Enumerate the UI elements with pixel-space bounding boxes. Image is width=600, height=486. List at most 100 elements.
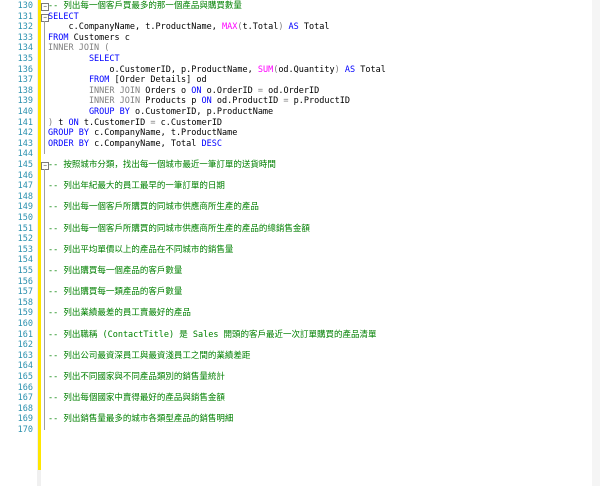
code-text: o.CustomerID, p.ProductName, SUM(od.Quan… — [48, 64, 385, 76]
code-line[interactable]: 169 -- 列出銷售量最多的城市各類型產品的銷售明細 — [0, 414, 592, 425]
line-number: 162 — [17, 340, 33, 351]
line-number: 148 — [17, 191, 33, 202]
line-number: 141 — [17, 117, 33, 128]
code-token: c.CompanyName, t.ProductName — [94, 128, 238, 139]
code-token: -- 列出年紀最大的員工最早的一筆訂單的日期 — [48, 181, 225, 192]
code-token: p.ProductID — [293, 96, 350, 107]
line-number: 145 — [17, 160, 33, 170]
code-line[interactable]: 146 — [0, 171, 592, 182]
code-token: = — [150, 117, 161, 128]
code-line[interactable]: 137 FROM [Order Details] od — [0, 75, 592, 86]
code-line[interactable]: 134 INNER JOIN ( — [0, 43, 592, 54]
code-line[interactable]: 166 — [0, 383, 592, 394]
line-number: 134 — [17, 43, 33, 54]
vertical-scrollbar[interactable] — [592, 0, 600, 486]
code-line[interactable]: 131− SELECT — [0, 12, 592, 23]
code-line[interactable]: 136 o.CustomerID, p.ProductName, SUM(od.… — [0, 65, 592, 76]
code-line[interactable]: 164 — [0, 361, 592, 372]
code-token: c.CompanyName, Total — [94, 138, 202, 149]
code-line[interactable]: 162 — [0, 340, 592, 351]
code-token: ON — [191, 85, 207, 96]
code-line[interactable]: 163 -- 列出公司最資深員工與最資淺員工之間的業績差距 — [0, 351, 592, 362]
line-number: 150 — [17, 213, 33, 223]
code-line[interactable]: 151 -- 列出每一個客戶所購買的同城市供應商所生產的產品的總銷售金額 — [0, 224, 592, 235]
line-number: 135 — [17, 54, 33, 64]
code-text: ) t ON t.CustomerID = c.CustomerID — [48, 118, 222, 129]
code-token: ON — [68, 117, 84, 128]
fold-guide — [44, 20, 45, 155]
code-line[interactable]: 158 — [0, 298, 592, 309]
code-token: -- 列出每一個客戶所購買的同城市供應商所生產的產品 — [48, 202, 259, 213]
code-token: od.Quantity — [278, 64, 335, 75]
code-text: -- 列出職稱 (ContactTitle) 是 Sales 開頭的客戶最近一次… — [48, 330, 377, 341]
line-number: 146 — [17, 170, 33, 181]
line-number: 161 — [17, 329, 33, 340]
code-line[interactable]: 159 -- 列出業績最差的員工賣最好的產品 — [0, 308, 592, 319]
code-line[interactable]: 148 — [0, 192, 592, 203]
line-number: 152 — [17, 234, 33, 245]
code-text: -- 列出公司最資深員工與最資淺員工之間的業績差距 — [48, 351, 250, 362]
line-number: 140 — [17, 107, 33, 117]
code-line[interactable]: 155 -- 列出購買每一個產品的客戶數量 — [0, 266, 592, 277]
code-text: -- 列出業績最差的員工賣最好的產品 — [48, 308, 191, 319]
code-token: -- 列出每個國家中賣得最好的產品與銷售金額 — [48, 393, 225, 404]
code-line[interactable]: 161 -- 列出職稱 (ContactTitle) 是 Sales 開頭的客戶最… — [0, 330, 592, 341]
line-number: 143 — [17, 138, 33, 149]
code-line[interactable]: 154 — [0, 255, 592, 266]
code-line[interactable]: 133 FROM Customers c — [0, 33, 592, 44]
code-token: t.Total — [242, 22, 279, 33]
code-token: o.CustomerID, p.ProductName — [135, 107, 274, 117]
code-line[interactable]: 152 — [0, 234, 592, 245]
code-text: GROUP BY o.CustomerID, p.ProductName — [48, 107, 273, 118]
line-number: 138 — [17, 85, 33, 96]
code-token: ORDER BY — [48, 138, 95, 149]
code-line[interactable]: 132 c.CompanyName, t.ProductName, MAX(t.… — [0, 22, 592, 33]
code-line[interactable]: 142 GROUP BY c.CompanyName, t.ProductName — [0, 128, 592, 139]
code-line[interactable]: 147 -- 列出年紀最大的員工最早的一筆訂單的日期 — [0, 181, 592, 192]
code-token: -- 列出每一個客戶所購買的同城市供應商所生產的產品的總銷售金額 — [48, 223, 310, 234]
code-token: ) — [48, 117, 59, 128]
line-number: 139 — [17, 96, 33, 107]
code-text: -- 列出每一個客戶所購買的同城市供應商所生產的產品的總銷售金額 — [48, 224, 310, 235]
line-number: 167 — [17, 393, 33, 404]
code-line[interactable]: 150 — [0, 213, 592, 224]
code-line[interactable]: 140 GROUP BY o.CustomerID, p.ProductName — [0, 107, 592, 118]
code-token: -- 列出職稱 (ContactTitle) 是 Sales 開頭的客戶最近一次… — [48, 329, 377, 340]
code-line[interactable]: 139 INNER JOIN Products p ON od.ProductI… — [0, 96, 592, 107]
code-token: AS — [339, 64, 361, 75]
code-line[interactable]: 145− -- 按照城市分類，找出每一個城市最近一筆訂單的送貨時間 — [0, 160, 592, 171]
code-line[interactable]: 157 -- 列出購買每一類產品的客戶數量 — [0, 287, 592, 298]
code-editor[interactable]: 130− -- 列出每一個客戶買最多的那一個產品與購買數量 131− SELECT 13… — [0, 0, 600, 486]
code-line[interactable]: 165 -- 列出不同國家與不同產品類別的銷售量統計 — [0, 372, 592, 383]
code-line[interactable]: 130− -- 列出每一個客戶買最多的那一個產品與購買數量 — [0, 1, 592, 12]
code-line[interactable]: 170 — [0, 425, 592, 436]
code-line[interactable]: 160 — [0, 319, 592, 330]
code-line[interactable]: 144 — [0, 149, 592, 160]
code-text: SELECT — [48, 12, 79, 23]
code-line[interactable]: 153 -- 列出平均單價以上的產品在不同城市的銷售量 — [0, 245, 592, 256]
code-token: -- 列出公司最資深員工與最資淺員工之間的業績差距 — [48, 350, 251, 361]
code-token: -- 列出銷售量最多的城市各類型產品的銷售明細 — [48, 414, 234, 425]
code-token: [Order Details] od — [114, 75, 207, 86]
code-token: AS — [283, 22, 304, 33]
code-line[interactable]: 156 — [0, 277, 592, 288]
code-text: -- 列出不同國家與不同產品類別的銷售量統計 — [48, 372, 225, 383]
line-number: 132 — [17, 22, 33, 33]
code-token: = — [283, 96, 294, 107]
line-number: 149 — [17, 202, 33, 213]
line-number: 136 — [17, 64, 33, 75]
code-line[interactable]: 141 ) t ON t.CustomerID = c.CustomerID — [0, 118, 592, 129]
code-line[interactable]: 167 -- 列出每個國家中賣得最好的產品與銷售金額 — [0, 393, 592, 404]
code-line[interactable]: 149 -- 列出每一個客戶所購買的同城市供應商所生產的產品 — [0, 202, 592, 213]
code-text: FROM Customers c — [48, 33, 130, 44]
code-token: -- 列出每一個客戶買最多的那一個產品與購買數量 — [48, 1, 242, 11]
code-line[interactable]: 168 — [0, 404, 592, 415]
code-token: od.ProductID — [216, 96, 284, 107]
code-line[interactable]: 143 ORDER BY c.CompanyName, Total DESC — [0, 139, 592, 150]
code-text: GROUP BY c.CompanyName, t.ProductName — [48, 128, 237, 139]
code-line[interactable]: 135 SELECT — [0, 54, 592, 65]
code-text: -- 列出每一個客戶買最多的那一個產品與購買數量 — [48, 1, 242, 12]
line-number: 155 — [17, 266, 33, 276]
code-line[interactable]: 138 INNER JOIN Orders o ON o.OrderID = o… — [0, 86, 592, 97]
code-token: o.OrderID — [206, 85, 258, 96]
